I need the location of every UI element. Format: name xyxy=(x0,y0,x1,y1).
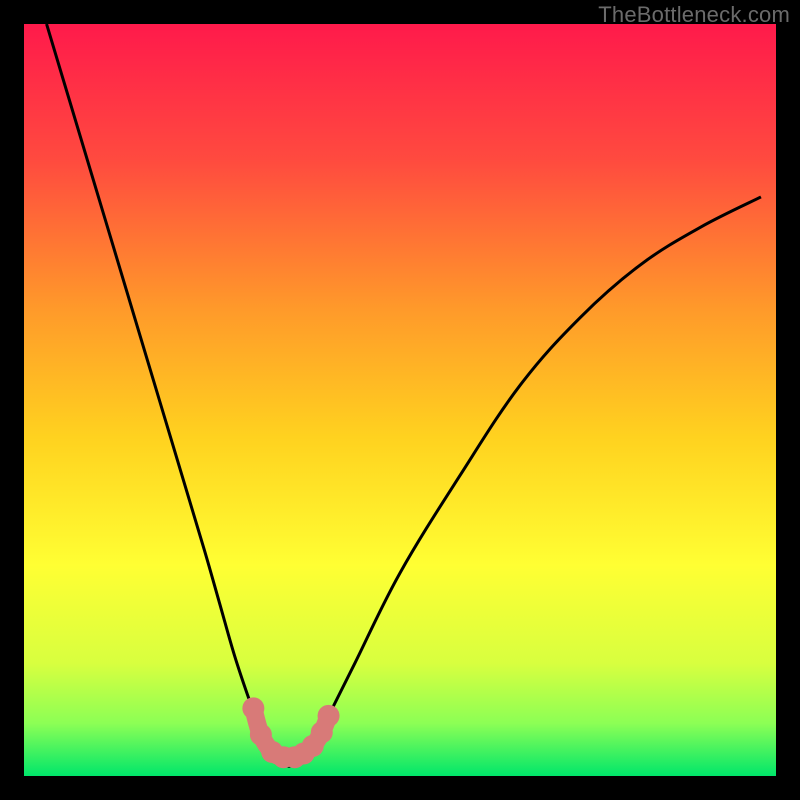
minimum-band-point xyxy=(318,705,340,727)
watermark-text: TheBottleneck.com xyxy=(598,2,790,28)
bottleneck-chart xyxy=(24,24,776,776)
minimum-band-point xyxy=(242,697,264,719)
gradient-background xyxy=(24,24,776,776)
chart-frame xyxy=(24,24,776,776)
